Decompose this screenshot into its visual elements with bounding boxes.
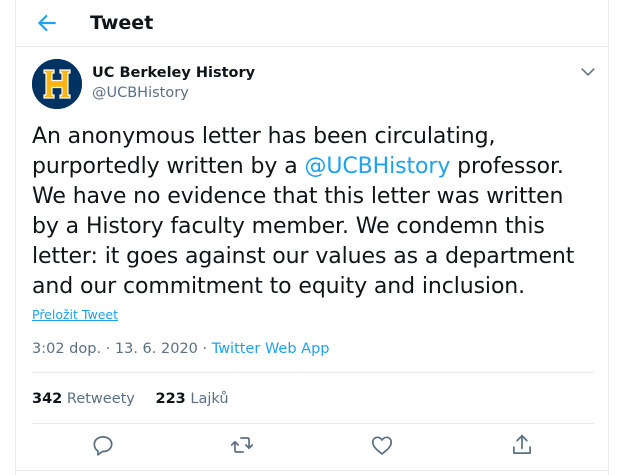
tweet-date[interactable]: 13. 6. 2020 — [115, 341, 198, 357]
retweets-stat[interactable]: 342 Retweety — [32, 390, 135, 408]
mention-link[interactable]: @UCBHistory — [305, 154, 451, 179]
divider — [32, 372, 594, 373]
likes-stat[interactable]: 223 Lajků — [156, 390, 229, 408]
likes-count: 223 — [155, 391, 186, 407]
meta-separator: · — [202, 341, 208, 357]
chevron-down-icon — [581, 68, 595, 76]
retweets-label: Retweety — [66, 391, 135, 407]
tweet-meta: 3:02 dop. · 13. 6. 2020 · Twitter Web Ap… — [32, 340, 330, 358]
share-icon — [513, 434, 531, 454]
retweet-icon — [230, 437, 254, 453]
back-button[interactable] — [34, 10, 60, 36]
retweets-count: 342 — [32, 391, 63, 407]
tweet-text: An anonymous letter has been circulating… — [32, 122, 597, 302]
tweet-page: Tweet UC Berkeley History @UCBHistory An… — [15, 0, 609, 475]
translate-tweet-link[interactable]: Přeložit Tweet — [32, 307, 118, 323]
tweet-stats: 342 Retweety 223 Lajků — [32, 390, 229, 408]
share-button[interactable] — [509, 432, 535, 458]
avatar-logo — [32, 59, 82, 109]
meta-separator: · — [105, 341, 111, 357]
retweet-button[interactable] — [229, 432, 255, 458]
avatar[interactable] — [32, 59, 82, 109]
likes-label: Lajků — [190, 391, 229, 407]
tweet-time[interactable]: 3:02 dop. — [32, 341, 101, 357]
author-name[interactable]: UC Berkeley History — [92, 64, 255, 82]
like-button[interactable] — [369, 432, 395, 458]
page-header: Tweet — [16, 0, 608, 47]
page-title: Tweet — [90, 12, 154, 34]
reply-icon — [93, 436, 113, 456]
arrow-left-icon — [37, 14, 56, 32]
more-options-button[interactable] — [578, 62, 598, 82]
like-icon — [371, 436, 393, 455]
reply-button[interactable] — [90, 432, 116, 458]
author-handle[interactable]: @UCBHistory — [92, 84, 189, 102]
tweet-source[interactable]: Twitter Web App — [212, 341, 330, 357]
divider — [32, 423, 594, 424]
divider — [16, 470, 608, 471]
